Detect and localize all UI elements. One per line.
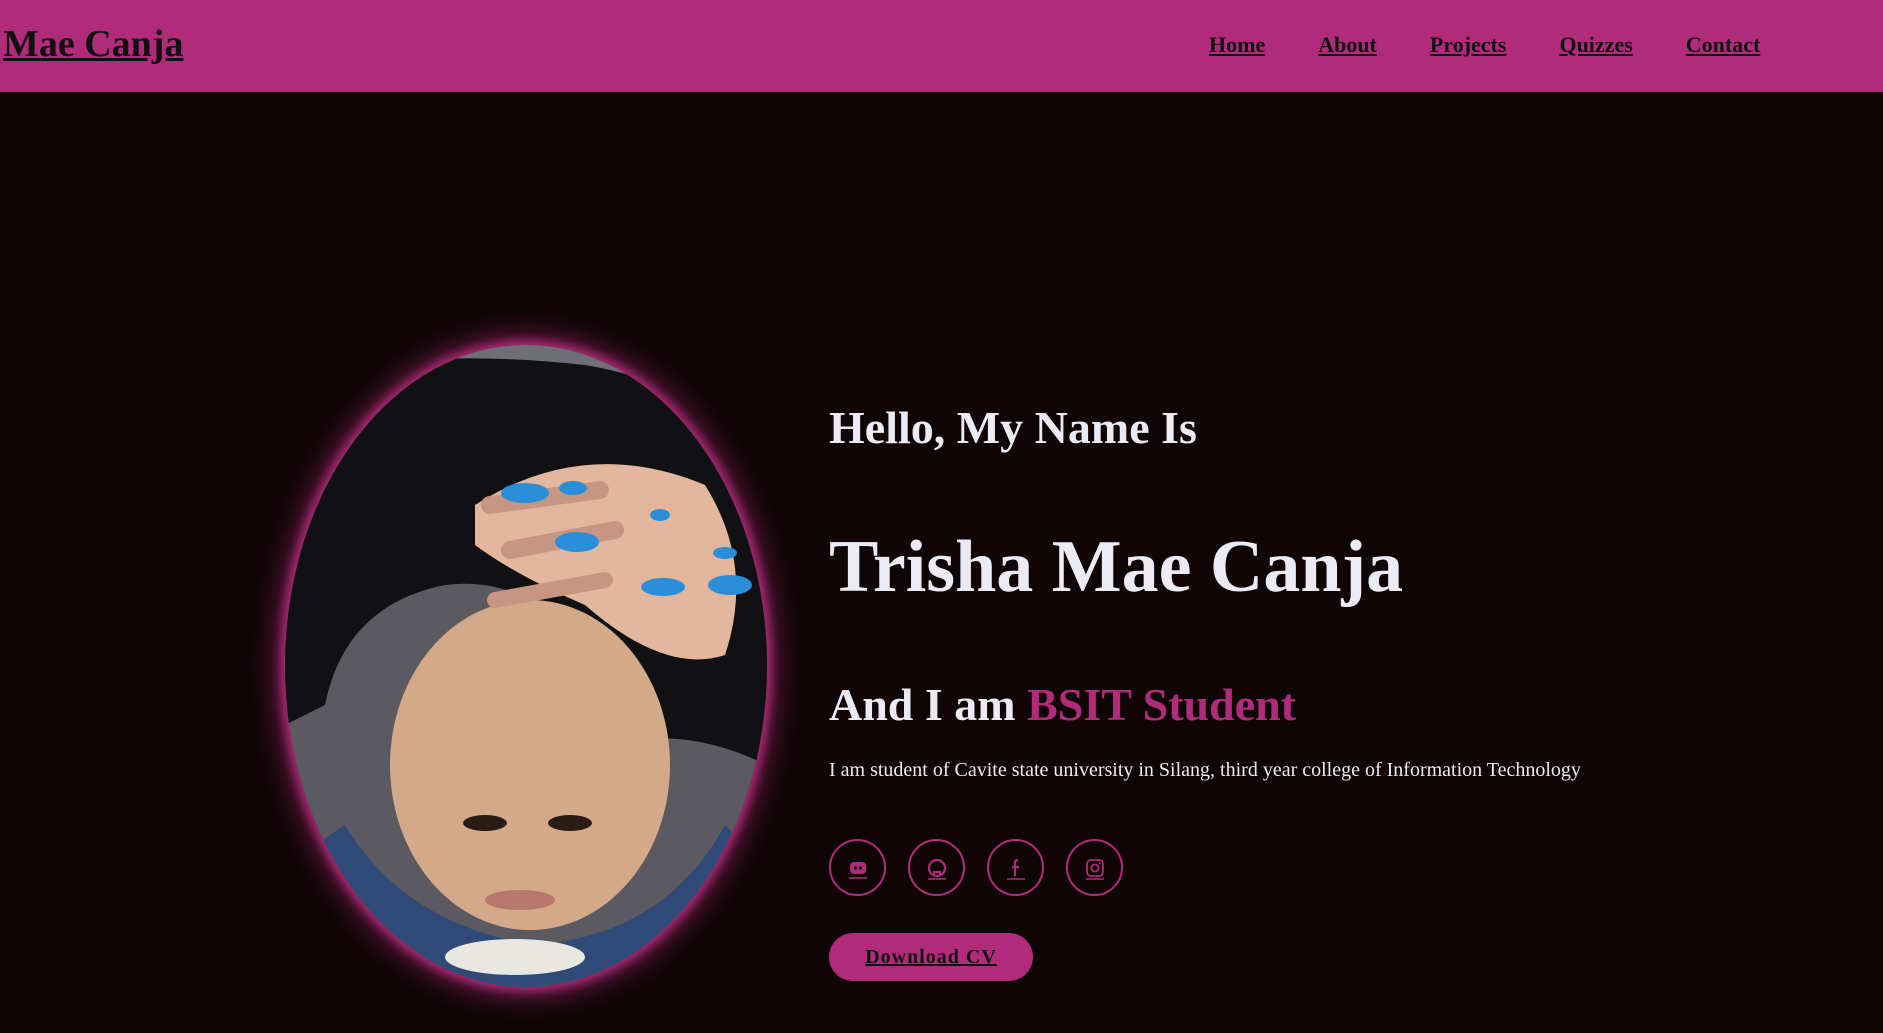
facebook-icon [1006,858,1025,880]
site-header: Mae Canja Home About Projects Quizzes Co… [0,0,1883,92]
hero-greeting: Hello, My Name Is [829,402,1197,453]
nav-contact[interactable]: Contact [1686,32,1761,58]
nav-projects[interactable]: Projects [1430,32,1507,58]
github-icon [927,858,946,880]
hero-name: Trisha Mae Canja [829,526,1404,608]
download-cv-button[interactable]: Download CV [829,933,1033,981]
main-nav: Home About Projects Quizzes Contact [1209,32,1813,58]
discord-icon [848,861,867,879]
hero-bio: I am student of Cavite state university … [829,759,1581,781]
nav-home[interactable]: Home [1209,32,1265,58]
instagram-link[interactable] [1066,839,1123,896]
role-highlight: BSIT Student [1027,679,1297,730]
role-prefix: And I am [829,679,1028,730]
instagram-icon [1085,858,1104,880]
social-links [829,839,1145,896]
github-link[interactable] [908,839,965,896]
discord-link[interactable] [829,839,886,896]
site-logo[interactable]: Mae Canja [3,22,183,66]
nav-quizzes[interactable]: Quizzes [1559,32,1632,58]
nav-about[interactable]: About [1318,32,1377,58]
profile-photo [285,345,767,987]
facebook-link[interactable] [987,839,1044,896]
hero-role: And I am BSIT Student [829,682,1296,728]
